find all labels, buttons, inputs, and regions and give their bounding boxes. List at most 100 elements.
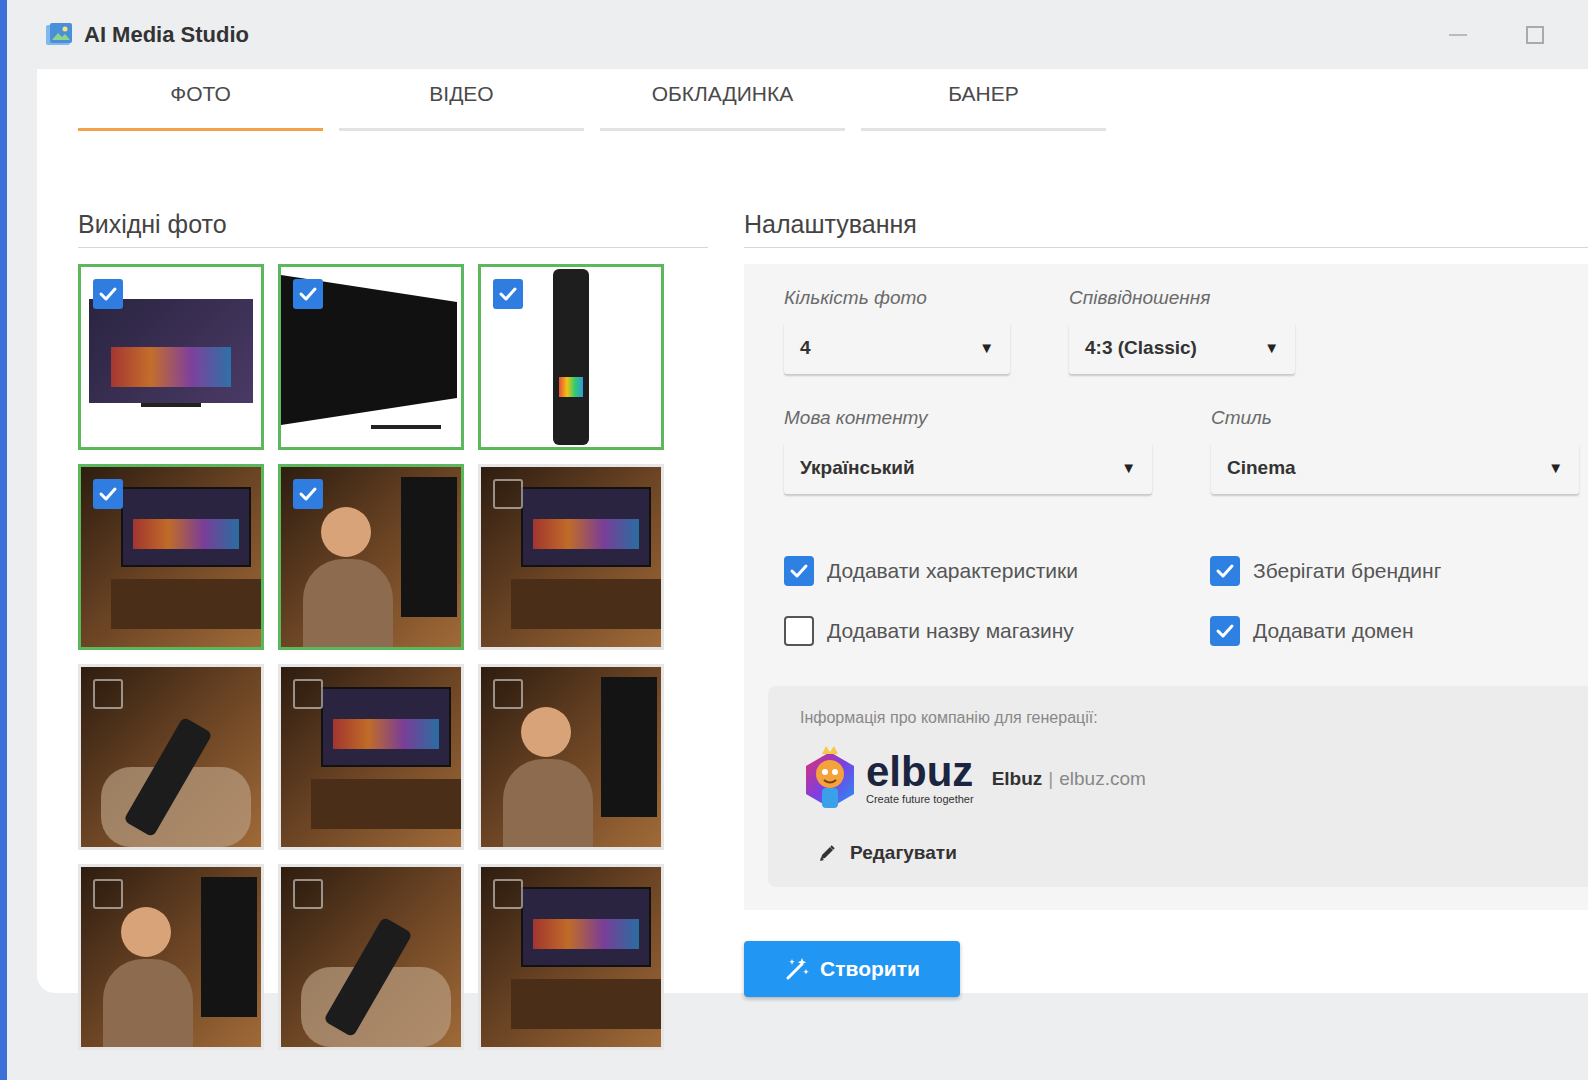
option-label: Додавати назву магазину	[827, 618, 1074, 644]
field-row: Кількість фото4▼Співвідношення4:3 (Class…	[784, 286, 1588, 374]
scene-person-head	[521, 707, 571, 757]
check-icon	[297, 483, 319, 505]
photo-tile[interactable]	[478, 464, 664, 650]
remote-keys	[559, 377, 583, 397]
title-bar: AI Media Studio	[7, 0, 1588, 69]
photo-checkbox[interactable]	[93, 879, 123, 909]
scene-cabinet	[311, 779, 461, 829]
company-logo: elbuzCreate future together	[800, 744, 974, 814]
settings-panel: Кількість фото4▼Співвідношення4:3 (Class…	[744, 264, 1588, 910]
window-title: AI Media Studio	[84, 21, 249, 49]
tv-stand	[371, 425, 441, 429]
maximize-button[interactable]	[1520, 20, 1550, 50]
separator: |	[1048, 767, 1053, 791]
tv-stand	[141, 403, 201, 407]
option-checkbox-row[interactable]: Додавати назву магазину	[784, 616, 1210, 646]
photo-tile[interactable]	[278, 264, 464, 450]
photo-checkbox[interactable]	[93, 279, 123, 309]
create-button[interactable]: Створити	[744, 941, 960, 997]
settings-fields: Кількість фото4▼Співвідношення4:3 (Class…	[768, 286, 1588, 646]
photo-tile[interactable]	[78, 264, 264, 450]
select-field: Кількість фото4▼	[784, 286, 1010, 374]
columns: Вихідні фото Налаштування Кількість фото4▼…	[78, 209, 1588, 1050]
photo-tile[interactable]	[278, 864, 464, 1050]
checkbox[interactable]	[784, 556, 814, 586]
scene-person-body	[103, 959, 193, 1047]
photo-tile[interactable]	[478, 664, 664, 850]
photo-tile[interactable]	[278, 664, 464, 850]
maximize-icon	[1526, 26, 1544, 44]
photo-checkbox[interactable]	[293, 279, 323, 309]
tab[interactable]: ОБКЛАДИНКА	[600, 69, 845, 131]
field-row: Мова контентуУкраїнський▼СтильCinema▼	[784, 406, 1588, 494]
dropdown-value: 4	[800, 334, 811, 363]
company-row: elbuzCreate future togetherElbuz|elbuz.c…	[800, 744, 1588, 814]
edit-label: Редагувати	[850, 841, 957, 865]
photo-checkbox[interactable]	[93, 479, 123, 509]
field-label: Стиль	[1211, 406, 1579, 430]
company-caption: Інформація про компанію для генерації:	[800, 708, 1588, 728]
checkbox[interactable]	[1210, 556, 1240, 586]
photo-tile[interactable]	[478, 264, 664, 450]
option-checkbox-row[interactable]: Додавати домен	[1210, 616, 1588, 646]
create-label: Створити	[820, 956, 920, 982]
minimize-icon	[1449, 34, 1467, 36]
scene-person-body	[503, 759, 593, 847]
app-icon	[44, 21, 74, 49]
tab-label: БАНЕР	[948, 82, 1019, 105]
scene-tv-tiles	[133, 519, 239, 549]
scene-tv-tiles	[533, 919, 639, 949]
section-title: Налаштування	[744, 209, 1588, 248]
check-icon	[1214, 560, 1236, 582]
dropdown-value: Cinema	[1227, 454, 1296, 483]
scene-tv-tiles	[533, 519, 639, 549]
check-icon	[497, 283, 519, 305]
photo-checkbox[interactable]	[493, 279, 523, 309]
minimize-button[interactable]	[1440, 20, 1476, 50]
dropdown-value: 4:3 (Classic)	[1085, 334, 1197, 363]
tab[interactable]: БАНЕР	[861, 69, 1106, 131]
option-checkbox-row[interactable]: Додавати характеристики	[784, 556, 1210, 586]
company-info: Інформація про компанію для генерації: el…	[768, 686, 1588, 887]
check-icon	[297, 283, 319, 305]
photo-checkbox[interactable]	[493, 479, 523, 509]
dropdown[interactable]: 4:3 (Classic)▼	[1069, 322, 1295, 374]
dropdown[interactable]: Cinema▼	[1211, 442, 1579, 494]
settings-column: Налаштування Кількість фото4▼Співвідношен…	[744, 209, 1588, 997]
photo-grid	[78, 264, 708, 1050]
logo-word: elbuz	[866, 752, 974, 792]
photo-tile[interactable]	[78, 664, 264, 850]
tab[interactable]: ВІДЕО	[339, 69, 584, 131]
tab[interactable]: ФОТО	[78, 69, 323, 131]
photo-checkbox[interactable]	[493, 679, 523, 709]
scene-cabinet	[111, 579, 261, 629]
checkbox[interactable]	[1210, 616, 1240, 646]
edit-button[interactable]: Редагувати	[818, 841, 1588, 865]
photo-tile[interactable]	[78, 864, 264, 1050]
photo-checkbox[interactable]	[293, 679, 323, 709]
source-photos-panel: Вихідні фото	[78, 209, 708, 1050]
options-grid: Додавати характеристики Зберігати брендин…	[784, 556, 1588, 646]
mascot-icon	[800, 744, 860, 814]
app-window: AI Media Studio ФОТО ВІДЕО ОБКЛАДИНКА БАНЕР В…	[7, 0, 1588, 1080]
remote-body	[553, 269, 589, 445]
photo-checkbox[interactable]	[93, 679, 123, 709]
dropdown-value: Український	[800, 454, 915, 483]
dropdown[interactable]: Український ▼	[784, 442, 1152, 494]
dropdown-arrow-icon: ▼	[1121, 457, 1136, 480]
photo-tile[interactable]	[278, 464, 464, 650]
photo-checkbox[interactable]	[293, 479, 323, 509]
dropdown[interactable]: 4▼	[784, 322, 1010, 374]
content-card: ФОТОВІДЕООБКЛАДИНКАБАНЕРВихідні фотоНала…	[37, 69, 1588, 993]
scene-person-head	[321, 507, 371, 557]
option-label: Зберігати брендинг	[1253, 558, 1441, 584]
checkbox[interactable]	[784, 616, 814, 646]
scene-cabinet	[511, 979, 661, 1029]
photo-tile[interactable]	[78, 464, 264, 650]
scene-tv-side	[401, 477, 457, 617]
photo-checkbox[interactable]	[493, 879, 523, 909]
option-checkbox-row[interactable]: Зберігати брендинг	[1210, 556, 1588, 586]
photo-tile[interactable]	[478, 864, 664, 1050]
select-field: Стиль Cinema▼	[1211, 406, 1579, 494]
photo-checkbox[interactable]	[293, 879, 323, 909]
